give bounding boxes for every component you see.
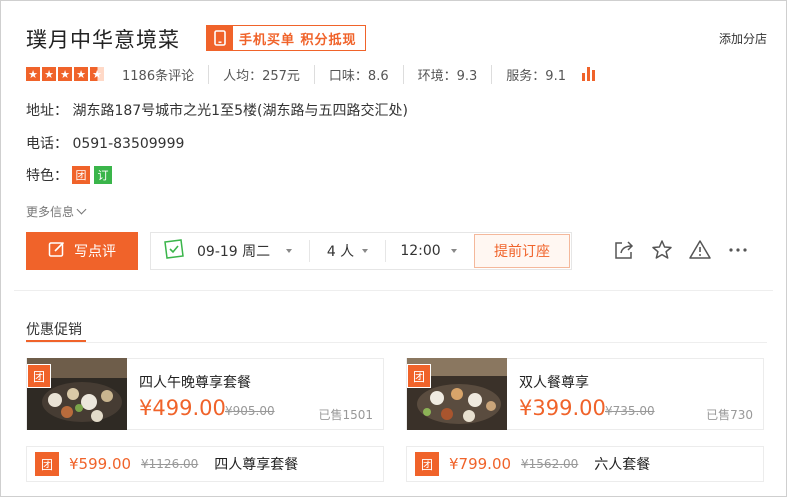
deal-body: 双人餐尊享 ¥399.00 ¥735.00 已售730	[507, 358, 763, 430]
star-icon: ★	[42, 67, 56, 81]
report-warning-icon[interactable]	[688, 238, 712, 262]
deal-food-image: 团	[27, 358, 127, 430]
mini-deal-price: ¥599.00	[69, 455, 132, 473]
deal-badge: 团	[35, 452, 59, 476]
mini-deal-original-price: ¥1562.00	[521, 457, 579, 471]
mobile-pay-label: 手机买单 积分抵现	[239, 32, 357, 48]
reserve-button[interactable]: 提前订座	[474, 234, 570, 268]
service-score: 服务：9.1	[491, 64, 580, 84]
caret-down-icon	[450, 249, 457, 253]
environment-score: 环境：9.3	[402, 64, 492, 84]
calendar-check-icon	[163, 239, 185, 263]
star-icon: ★	[74, 67, 88, 81]
write-review-button[interactable]: 写点评	[26, 232, 138, 270]
shop-title: 璞月中华意境菜	[26, 28, 180, 52]
action-icons	[612, 238, 750, 262]
mini-deal-row[interactable]: 团 ¥799.00 ¥1562.00 六人套餐	[406, 446, 764, 482]
deal-card[interactable]: 团 双人餐尊享 ¥399.00 ¥735.00 已售730	[406, 358, 764, 430]
date-value: 09-19 周二	[197, 244, 271, 260]
caret-down-icon	[286, 249, 293, 253]
edit-icon	[48, 240, 66, 262]
features-label: 特色：	[26, 168, 68, 184]
mini-deal-name: 六人套餐	[594, 457, 651, 473]
group-buy-tag[interactable]: 团	[72, 166, 90, 184]
promotions-title[interactable]: 优惠促销	[26, 319, 82, 339]
deal-name: 双人餐尊享	[519, 375, 589, 391]
divider	[14, 290, 773, 291]
deal-badge: 团	[407, 364, 431, 388]
date-select[interactable]: 09-19 周二	[151, 239, 309, 263]
star-icon: ★	[26, 67, 40, 81]
mobile-pay-badge[interactable]: 手机买单 积分抵现	[206, 25, 366, 51]
chevron-down-icon	[76, 204, 87, 215]
deal-card[interactable]: 团 四人午晚尊享套餐 ¥499.00 ¥905.00 已售1501	[26, 358, 384, 430]
add-branch-link[interactable]: 添加分店	[719, 30, 767, 47]
more-info-label: 更多信息	[26, 205, 75, 219]
mini-deal-price: ¥799.00	[449, 455, 512, 473]
share-icon[interactable]	[612, 238, 636, 262]
deal-original-price: ¥905.00	[225, 404, 275, 418]
deal-badge: 团	[27, 364, 51, 388]
bar-chart-icon[interactable]	[581, 67, 595, 81]
time-value: 12:00	[400, 243, 441, 259]
more-options-icon[interactable]	[726, 238, 750, 262]
booking-bar: 09-19 周二 4 人 12:00 提前订座	[150, 232, 572, 270]
mini-deal-name: 四人尊享套餐	[214, 457, 299, 473]
phone: 电话： 0591-83509999	[26, 136, 185, 152]
deal-food-image: 团	[407, 358, 507, 430]
section-divider	[26, 342, 767, 343]
mini-deal-original-price: ¥1126.00	[141, 457, 199, 471]
features: 特色： 团 订	[26, 165, 112, 185]
deal-sold-count: 已售1501	[318, 408, 373, 422]
people-select[interactable]: 4 人	[309, 240, 385, 262]
mini-deal-row[interactable]: 团 ¥599.00 ¥1126.00 四人尊享套餐	[26, 446, 384, 482]
time-select[interactable]: 12:00	[385, 240, 471, 262]
people-value: 4 人	[326, 244, 355, 260]
deal-original-price: ¥735.00	[605, 404, 655, 418]
half-star-icon: ★	[90, 67, 104, 81]
deal-price: ¥499.00	[139, 396, 226, 420]
caret-down-icon	[362, 249, 369, 253]
rating-stats: ★ ★ ★ ★ ★ 1186条评论 人均：257元 口味：8.6 环境：9.3 …	[26, 64, 595, 84]
deal-body: 四人午晚尊享套餐 ¥499.00 ¥905.00 已售1501	[127, 358, 383, 430]
deal-badge: 团	[415, 452, 439, 476]
deal-name: 四人午晚尊享套餐	[139, 375, 251, 391]
deal-price: ¥399.00	[519, 396, 606, 420]
taste-score: 口味：8.6	[313, 64, 403, 84]
address: 地址： 湖东路187号城市之光1至5楼(湖东路与五四路交汇处)	[26, 103, 408, 119]
favorite-star-icon[interactable]	[650, 238, 674, 262]
active-tab-underline	[26, 340, 86, 342]
deal-sold-count: 已售730	[706, 408, 753, 422]
review-count[interactable]: 1186条评论	[122, 65, 208, 84]
reservation-tag[interactable]: 订	[94, 166, 112, 184]
star-rating: ★ ★ ★ ★ ★	[26, 67, 104, 81]
star-icon: ★	[58, 67, 72, 81]
avg-price: 人均：257元	[208, 64, 314, 84]
more-info-toggle[interactable]: 更多信息	[26, 203, 87, 220]
phone-icon	[207, 26, 233, 50]
write-review-label: 写点评	[74, 244, 116, 260]
